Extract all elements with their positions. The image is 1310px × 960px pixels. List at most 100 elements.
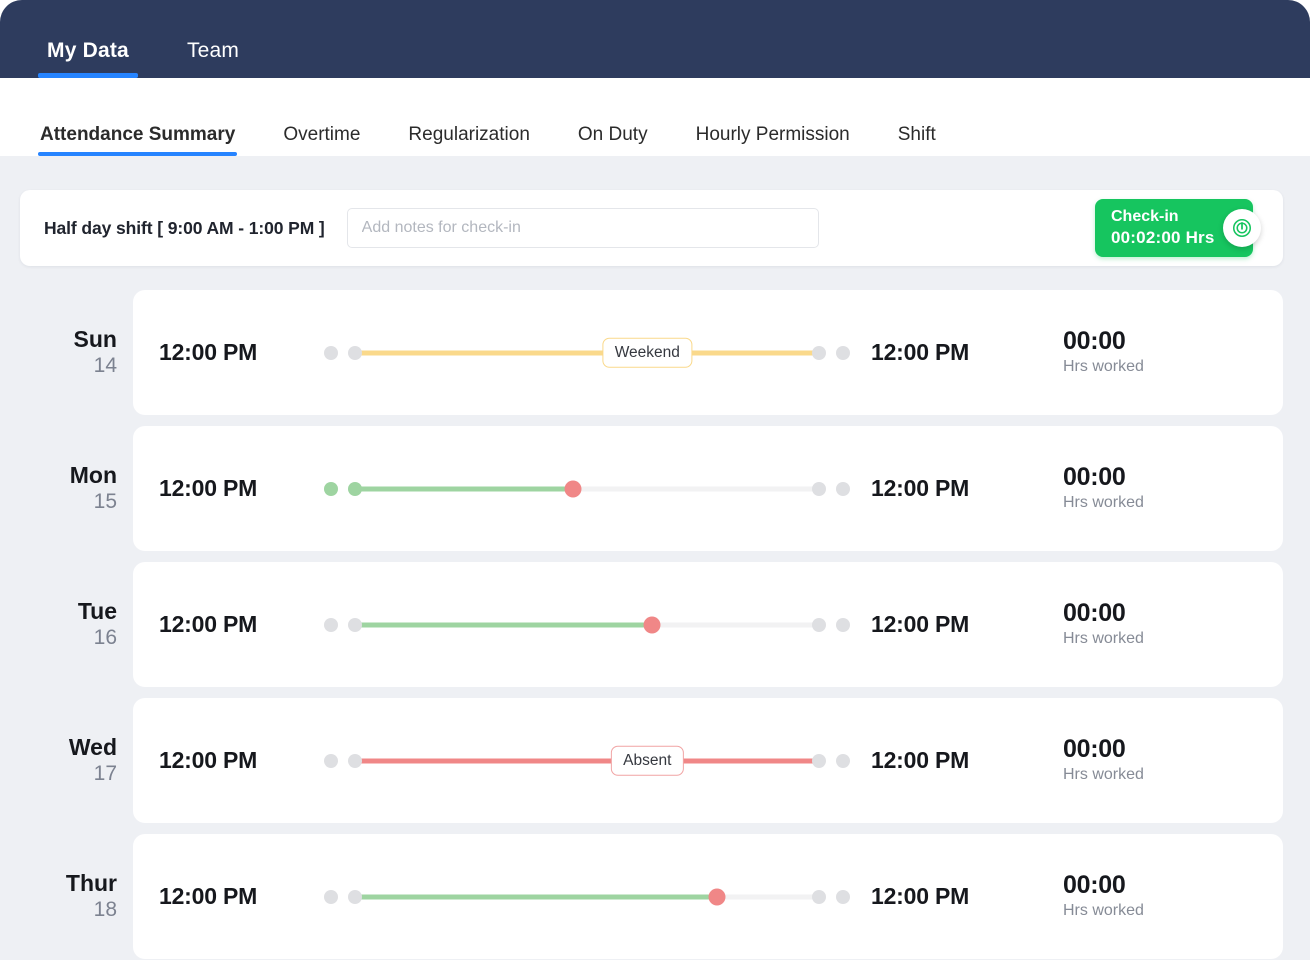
attendance-row[interactable]: Wed1712:00 PMAbsent12:00 PM00:00Hrs work… — [0, 698, 1310, 823]
timeline-start-marker — [324, 346, 338, 360]
hours-worked-value: 00:00 — [1063, 599, 1255, 629]
check-out-time: 12:00 PM — [855, 339, 1015, 366]
status-badge: Absent — [611, 745, 683, 776]
check-in-button-title: Check-in — [1111, 207, 1237, 227]
timeline-current-marker — [643, 616, 660, 633]
hours-worked-label: Hrs worked — [1063, 765, 1255, 786]
timeline-end-marker — [836, 754, 850, 768]
power-check-in-icon[interactable] — [1223, 209, 1261, 247]
hours-worked-value: 00:00 — [1063, 327, 1255, 357]
check-in-time: 12:00 PM — [159, 883, 319, 910]
day-cell: Tue16 — [0, 562, 133, 687]
day-number: 18 — [94, 896, 117, 923]
topnav-item-my-data[interactable]: My Data — [38, 39, 138, 78]
check-out-time: 12:00 PM — [855, 747, 1015, 774]
tab-on-duty[interactable]: On Duty — [576, 124, 650, 156]
day-cell: Mon15 — [0, 426, 133, 551]
check-in-control: Check-in 00:02:00 Hrs — [1095, 199, 1261, 257]
timeline-current-marker — [565, 480, 582, 497]
timeline-start-marker — [324, 482, 338, 496]
hours-worked-cell: 00:00Hrs worked — [1063, 871, 1283, 921]
timeline-check-in-marker — [348, 482, 362, 496]
timeline-progress — [355, 894, 717, 899]
attendance-row-list: Sun1412:00 PMWeekend12:00 PM00:00Hrs wor… — [0, 290, 1310, 960]
day-name: Sun — [74, 326, 117, 352]
timeline-check-out-marker — [812, 618, 826, 632]
hours-worked-value: 00:00 — [1063, 871, 1255, 901]
attendance-timeline — [319, 476, 855, 502]
timeline-end-marker — [836, 482, 850, 496]
check-out-time: 12:00 PM — [855, 611, 1015, 638]
day-number: 17 — [94, 760, 117, 787]
check-out-time: 12:00 PM — [855, 475, 1015, 502]
attendance-row[interactable]: Sun14 12:00 PM Weekend 12:00 PM 00:00Hrs wor… — [0, 290, 1310, 415]
attendance-row[interactable]: Mon15 12:00 PM 12:00 PM 00:00Hrs worked — [0, 426, 1310, 551]
timeline-start-marker — [324, 754, 338, 768]
attendance-timeline: Weekend — [319, 340, 855, 366]
day-cell: Sun14 — [0, 290, 133, 415]
attendance-card[interactable]: 12:00 PM 12:00 PM 00:00Hrs worked — [133, 426, 1283, 551]
day-number: 16 — [94, 624, 117, 651]
timeline-progress — [355, 622, 652, 627]
tab-attendance-summary[interactable]: Attendance Summary — [38, 124, 237, 156]
day-name: Wed — [69, 734, 117, 760]
hours-worked-cell: 00:00Hrs worked — [1063, 735, 1283, 785]
timeline-check-out-marker — [812, 482, 826, 496]
primary-navigation: My Data Team — [0, 0, 1310, 78]
timeline-check-out-marker — [812, 754, 826, 768]
day-cell: Thur18 — [0, 834, 133, 959]
hours-worked-label: Hrs worked — [1063, 493, 1255, 514]
timeline-end-marker — [836, 890, 850, 904]
day-name: Mon — [70, 462, 117, 488]
check-in-time: 12:00 PM — [159, 339, 319, 366]
attendance-timeline — [319, 612, 855, 638]
hours-worked-cell: 00:00Hrs worked — [1063, 463, 1283, 513]
timeline-check-out-marker — [812, 346, 826, 360]
hours-worked-cell: 00:00Hrs worked — [1063, 327, 1283, 377]
day-name: Tue — [78, 598, 117, 624]
attendance-page: My Data Team Attendance Summary Overtime Re… — [0, 0, 1310, 960]
timeline-end-marker — [836, 346, 850, 360]
day-number: 15 — [94, 488, 117, 515]
check-in-time: 12:00 PM — [159, 475, 319, 502]
hours-worked-label: Hrs worked — [1063, 901, 1255, 922]
timeline-check-in-marker — [348, 346, 362, 360]
hours-worked-value: 00:00 — [1063, 735, 1255, 765]
timeline-check-in-marker — [348, 618, 362, 632]
attendance-card[interactable]: 12:00 PM Weekend 12:00 PM 00:00Hrs worked — [133, 290, 1283, 415]
timeline-start-marker — [324, 618, 338, 632]
tab-shift[interactable]: Shift — [896, 124, 938, 156]
timeline-progress — [355, 486, 573, 491]
attendance-card[interactable]: 12:00 PMAbsent12:00 PM00:00Hrs worked — [133, 698, 1283, 823]
timeline-check-in-marker — [348, 754, 362, 768]
attendance-timeline — [319, 884, 855, 910]
main-content: Half day shift [ 9:00 AM - 1:00 PM ] Che… — [0, 156, 1310, 960]
day-name: Thur — [66, 870, 117, 896]
topnav-item-team[interactable]: Team — [178, 39, 248, 78]
timeline-check-in-marker — [348, 890, 362, 904]
check-in-bar: Half day shift [ 9:00 AM - 1:00 PM ] Che… — [20, 190, 1283, 266]
attendance-timeline: Absent — [319, 748, 855, 774]
timeline-end-marker — [836, 618, 850, 632]
tab-overtime[interactable]: Overtime — [281, 124, 362, 156]
hours-worked-label: Hrs worked — [1063, 357, 1255, 378]
attendance-card[interactable]: 12:00 PM 12:00 PM 00:00Hrs worked — [133, 834, 1283, 959]
status-badge: Weekend — [603, 337, 692, 368]
secondary-tab-bar: Attendance Summary Overtime Regularization… — [0, 78, 1310, 156]
check-out-time: 12:00 PM — [855, 883, 1015, 910]
attendance-row[interactable]: Tue1612:00 PM12:00 PM00:00Hrs worked — [0, 562, 1310, 687]
check-in-notes-input[interactable] — [347, 208, 819, 248]
attendance-card[interactable]: 12:00 PM12:00 PM00:00Hrs worked — [133, 562, 1283, 687]
timeline-progress — [355, 758, 819, 763]
timeline-progress — [355, 350, 819, 355]
tab-regularization[interactable]: Regularization — [406, 124, 531, 156]
check-in-elapsed-time: 00:02:00 Hrs — [1111, 227, 1237, 248]
timeline-current-marker — [708, 888, 725, 905]
tab-hourly-permission[interactable]: Hourly Permission — [694, 124, 852, 156]
timeline-start-marker — [324, 890, 338, 904]
attendance-row[interactable]: Thur18 12:00 PM 12:00 PM 00:00Hrs worked — [0, 834, 1310, 959]
day-cell: Wed17 — [0, 698, 133, 823]
timeline-check-out-marker — [812, 890, 826, 904]
hours-worked-value: 00:00 — [1063, 463, 1255, 493]
day-number: 14 — [94, 352, 117, 379]
